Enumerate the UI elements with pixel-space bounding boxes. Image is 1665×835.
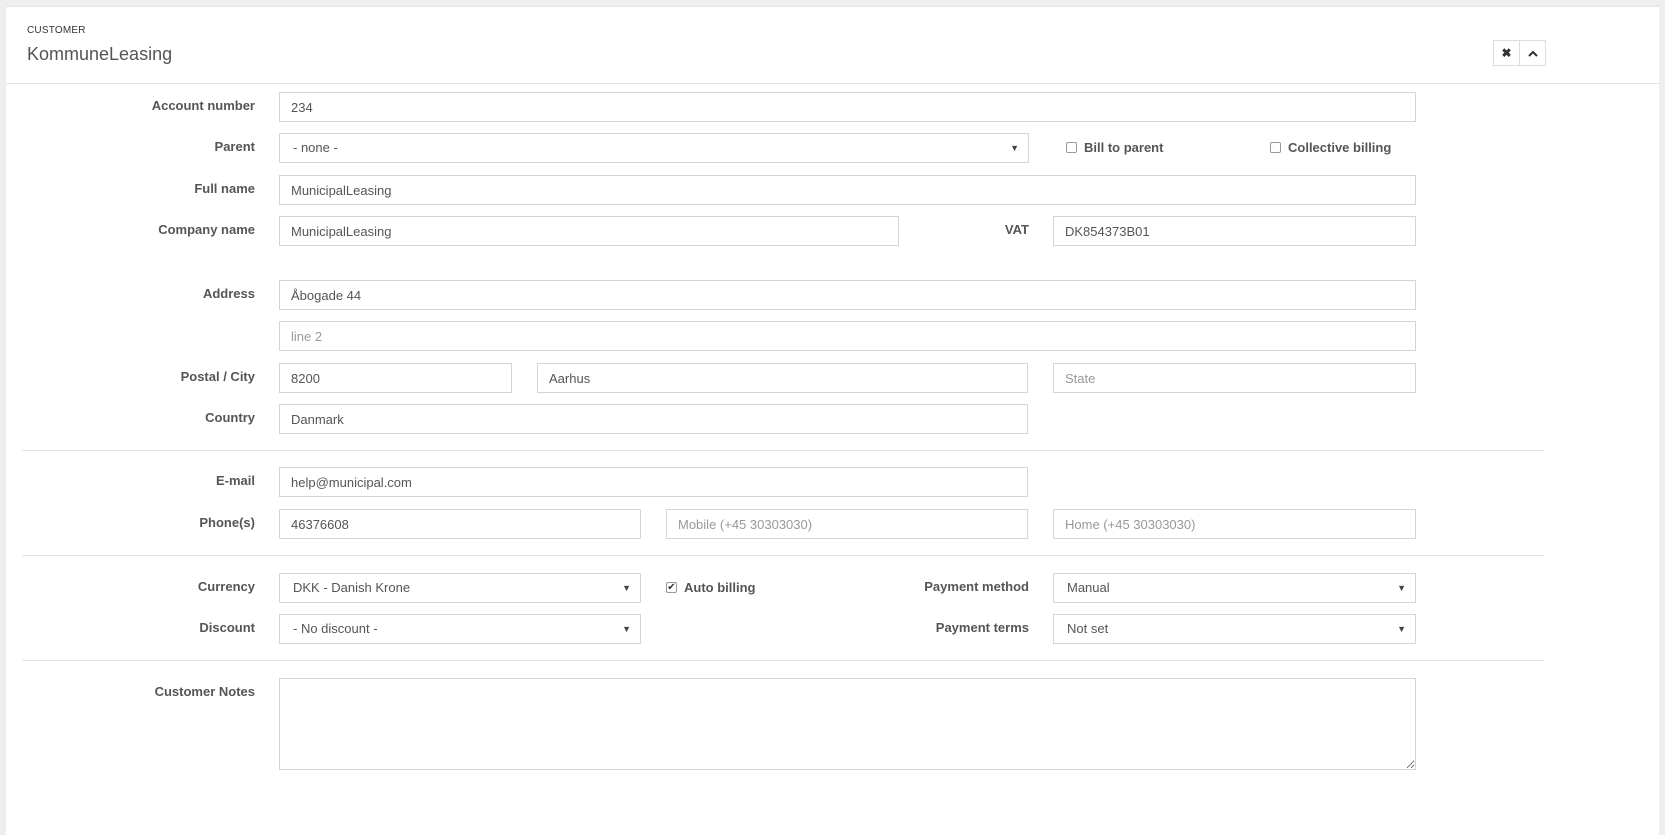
chevron-up-icon (1527, 50, 1538, 57)
discount-select-value: - No discount - (293, 621, 378, 636)
full-name-input[interactable] (279, 175, 1416, 205)
currency-select-value: DKK - Danish Krone (293, 580, 411, 595)
close-icon: ✖ (1501, 46, 1512, 60)
home-phone-input[interactable] (1053, 509, 1416, 539)
discount-label: Discount (199, 620, 255, 635)
payment-method-value: Manual (1067, 580, 1110, 595)
collapse-button[interactable] (1519, 40, 1546, 66)
mobile-input[interactable] (666, 509, 1028, 539)
payment-terms-select[interactable]: Not set ▼ (1053, 614, 1416, 644)
close-button[interactable]: ✖ (1493, 40, 1520, 66)
address-line1-input[interactable] (279, 280, 1416, 310)
vat-label: VAT (1004, 222, 1029, 237)
checkbox-box (1270, 142, 1281, 153)
discount-select[interactable]: - No discount - ▼ (279, 614, 641, 644)
account-number-label: Account number (151, 98, 255, 113)
collective-billing-label: Collective billing (1288, 140, 1392, 155)
caret-down-icon: ▼ (1010, 143, 1019, 153)
address-label: Address (202, 286, 255, 301)
parent-select-value: - none - (293, 140, 338, 155)
panel-subtitle: CUSTOMER (27, 25, 86, 36)
address-line2-input[interactable] (279, 321, 1416, 351)
postal-input[interactable] (279, 363, 512, 393)
customer-panel: CUSTOMER KommuneLeasing ✖ Account number… (6, 6, 1659, 835)
customer-notes-label: Customer Notes (154, 684, 255, 699)
email-label: E-mail (215, 473, 255, 488)
bill-to-parent-checkbox[interactable]: Bill to parent (1066, 140, 1163, 155)
account-number-input[interactable] (279, 92, 1416, 122)
caret-down-icon: ▼ (622, 624, 631, 634)
postal-city-label: Postal / City (180, 369, 255, 384)
state-input[interactable] (1053, 363, 1416, 393)
country-input[interactable] (279, 404, 1028, 434)
payment-method-label: Payment method (924, 579, 1029, 594)
phones-label: Phone(s) (199, 515, 255, 530)
full-name-label: Full name (194, 181, 255, 196)
caret-down-icon: ▼ (1397, 624, 1406, 634)
parent-label: Parent (214, 139, 255, 154)
panel-title: KommuneLeasing (27, 44, 173, 64)
email-input[interactable] (279, 467, 1028, 497)
auto-billing-label: Auto billing (684, 580, 756, 595)
caret-down-icon: ▼ (1397, 583, 1406, 593)
section-divider (22, 555, 1544, 556)
section-divider (22, 450, 1544, 451)
checkbox-checked-icon: ✔ (666, 582, 677, 593)
company-name-label: Company name (158, 222, 255, 237)
parent-select[interactable]: - none - ▼ (279, 133, 1029, 163)
phone-input[interactable] (279, 509, 641, 539)
caret-down-icon: ▼ (622, 583, 631, 593)
payment-terms-value: Not set (1067, 621, 1109, 636)
payment-method-select[interactable]: Manual ▼ (1053, 573, 1416, 603)
auto-billing-checkbox[interactable]: ✔ Auto billing (666, 580, 755, 595)
bill-to-parent-label: Bill to parent (1084, 140, 1164, 155)
currency-select[interactable]: DKK - Danish Krone ▼ (279, 573, 641, 603)
country-label: Country (205, 410, 255, 425)
payment-terms-label: Payment terms (935, 620, 1029, 635)
city-input[interactable] (537, 363, 1028, 393)
checkbox-box (1066, 142, 1077, 153)
vat-input[interactable] (1053, 216, 1416, 246)
section-divider (22, 660, 1544, 661)
customer-notes-textarea[interactable] (279, 678, 1416, 770)
company-name-input[interactable] (279, 216, 899, 246)
collective-billing-checkbox[interactable]: Collective billing (1270, 140, 1391, 155)
panel-header: CUSTOMER KommuneLeasing ✖ (6, 7, 1659, 84)
currency-label: Currency (197, 579, 255, 594)
